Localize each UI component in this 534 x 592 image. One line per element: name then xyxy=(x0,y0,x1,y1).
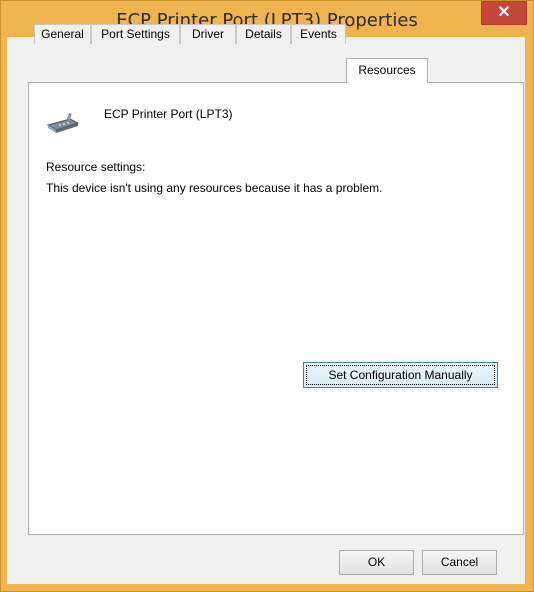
tab-label: Driver xyxy=(192,27,224,41)
port-connector-icon xyxy=(46,112,80,133)
focus-ring xyxy=(306,365,495,385)
tab-events[interactable]: Events xyxy=(291,24,346,44)
close-icon: ✕ xyxy=(497,4,511,21)
resource-status-message: This device isn't using any resources be… xyxy=(46,181,383,195)
ok-button[interactable]: OK xyxy=(339,550,414,575)
tab-port-settings[interactable]: Port Settings xyxy=(91,24,180,44)
tab-details[interactable]: Details xyxy=(236,24,291,44)
tab-label: Events xyxy=(300,27,337,41)
tab-label: Resources xyxy=(358,63,416,77)
tab-label: General xyxy=(41,27,84,41)
tab-driver[interactable]: Driver xyxy=(180,24,236,44)
tab-label: Port Settings xyxy=(101,27,170,41)
resource-settings-label: Resource settings: xyxy=(46,160,146,174)
ok-label: OK xyxy=(367,555,386,569)
cancel-label: Cancel xyxy=(440,555,479,569)
cancel-button[interactable]: Cancel xyxy=(422,550,497,575)
set-configuration-manually-button[interactable]: Set Configuration Manually xyxy=(303,362,498,388)
tab-label: Details xyxy=(245,27,282,41)
tab-general[interactable]: General xyxy=(34,24,91,44)
tab-resources[interactable]: Resources xyxy=(346,58,428,83)
resources-panel xyxy=(28,82,524,535)
close-button[interactable]: ✕ xyxy=(481,1,527,25)
device-name: ECP Printer Port (LPT3) xyxy=(104,107,233,121)
